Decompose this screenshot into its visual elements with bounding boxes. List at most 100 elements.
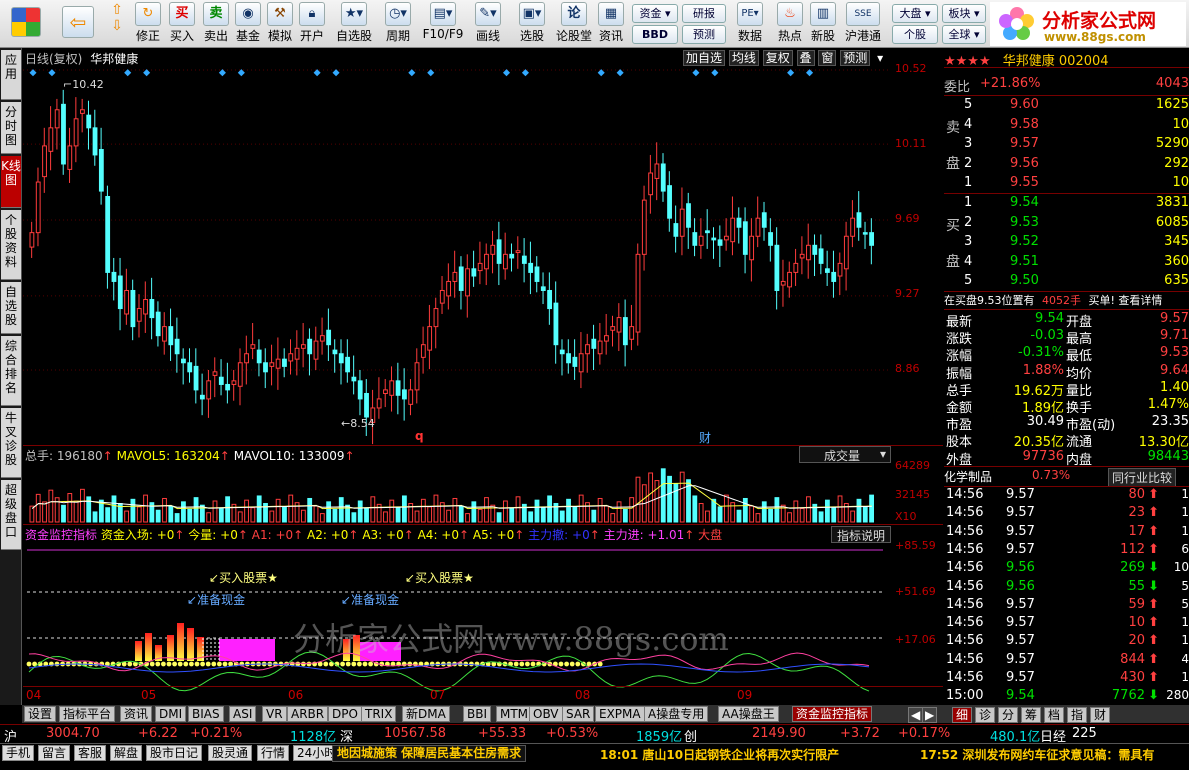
tab-next-icon[interactable]: ▶ — [922, 707, 938, 723]
individual-button[interactable]: 个股 — [892, 25, 938, 44]
news-ticker-2[interactable]: 18:01 唐山10日起钢铁企业将再次实行限产 — [600, 746, 839, 763]
status-button[interactable]: 行情 — [257, 745, 290, 761]
big-order-alert[interactable]: 在买盘9.53位置有 4052手 买单! 查看详情 — [944, 292, 1189, 310]
month-label: 06 — [288, 688, 304, 702]
indicator-tab[interactable]: AA操盘王 — [718, 706, 779, 722]
tab-prev-icon[interactable]: ◀ — [908, 707, 924, 723]
indicator-tab[interactable]: SAR — [562, 706, 595, 722]
indicator-tab[interactable]: ASI — [229, 706, 257, 722]
indicator-tab[interactable]: 新DMA — [402, 706, 450, 722]
indicator-tab[interactable]: 资讯 — [120, 706, 153, 722]
page-up-down[interactable]: ⇧ ⇩ — [104, 2, 130, 46]
market-dropdown[interactable]: 大盘 ▾ — [892, 4, 938, 23]
indicator-tab[interactable]: BIAS — [188, 706, 224, 722]
open-account-button[interactable]: 🔒︎ 开户 — [298, 2, 326, 46]
tab-diagnosis[interactable]: 牛叉诊股 — [1, 408, 21, 478]
finance-marker[interactable]: 财 — [699, 429, 711, 446]
indicator-tab[interactable]: TRIX — [361, 706, 397, 722]
tab-intraday[interactable]: 分时图 — [1, 102, 21, 154]
quote-tab[interactable]: 分 — [998, 707, 1019, 723]
watchlist-button[interactable]: ★▾ 自选股 — [334, 2, 374, 46]
orderbook-buy-row[interactable]: 1 9.54 3831 — [964, 195, 1189, 213]
status-button[interactable]: 股市日记 — [146, 745, 203, 761]
simulate-button[interactable]: ⚒ 模拟 — [266, 2, 294, 46]
status-button[interactable]: 手机 — [2, 745, 35, 761]
volume-chart[interactable] — [23, 461, 889, 523]
quote-tab[interactable]: 档 — [1044, 707, 1065, 723]
volume-bar — [351, 512, 357, 523]
indicator-tab[interactable]: EXPMA — [595, 706, 645, 722]
orderbook-buy-row[interactable]: 5 9.50 635 — [964, 273, 1189, 291]
indicator-tab[interactable]: OBV — [529, 706, 563, 722]
orderbook-buy-row[interactable]: 3 9.52 345 — [964, 234, 1189, 252]
industry-compare-button[interactable]: 同行业比较 — [1108, 468, 1177, 487]
quote-tab[interactable]: 细 — [952, 707, 973, 723]
forecast-button[interactable]: 预测 — [682, 25, 726, 44]
orderbook-buy-row[interactable]: 2 9.53 6085 — [964, 215, 1189, 233]
industry-name[interactable]: 化学制品 — [944, 470, 992, 484]
tab-watchlist[interactable]: 自选股 — [1, 282, 21, 334]
sector-dropdown[interactable]: 板块 ▾ — [942, 4, 986, 23]
indicator-tab[interactable]: BBI — [463, 706, 492, 722]
orderbook-buy-row[interactable]: 4 9.51 360 — [964, 254, 1189, 272]
orderbook-sell-row[interactable]: 1 9.55 10 — [964, 175, 1189, 193]
new-stock-button[interactable]: ▥ 新股 — [808, 2, 838, 46]
status-button[interactable]: 解盘 — [110, 745, 143, 761]
tab-apps[interactable]: 应用 — [1, 50, 21, 100]
tick-extra: 1 — [1181, 487, 1189, 501]
tab-stock-profile[interactable]: 个股资料 — [1, 210, 21, 280]
status-button[interactable]: 股灵通 — [208, 745, 253, 761]
quote-tab[interactable]: 财 — [1090, 707, 1111, 723]
start-button[interactable] — [4, 2, 48, 46]
funds-dropdown[interactable]: 资金 ▾ — [632, 4, 678, 23]
period-button[interactable]: ◷▾ 周期 — [378, 2, 418, 46]
candlestick-chart[interactable] — [23, 58, 889, 458]
research-button[interactable]: 研报 — [682, 4, 726, 23]
indicator-tab[interactable]: A操盘专用 — [644, 706, 709, 722]
news-ticker-1[interactable]: 地因城施策 保障居民基本住房需求 — [332, 745, 527, 762]
event-marker-q[interactable]: q — [415, 429, 424, 443]
tab-super-orderbook[interactable]: 超级盘口 — [1, 480, 21, 550]
buy-button[interactable]: 买买入 — [168, 2, 196, 46]
data-button[interactable]: PE▾ 数据 — [732, 2, 768, 46]
bbd-button[interactable]: BBD — [632, 25, 678, 44]
sell-button[interactable]: 卖卖出 — [202, 2, 230, 46]
info-button[interactable]: ▦ 资讯 — [596, 2, 626, 46]
tab-ranking[interactable]: 综合排名 — [1, 336, 21, 406]
tab-kline[interactable]: K线图 — [1, 156, 21, 208]
indicator-tab[interactable]: VR — [262, 706, 287, 722]
candle-body — [420, 344, 426, 358]
status-button[interactable]: 留言 — [38, 745, 71, 761]
status-button[interactable]: 客服 — [74, 745, 107, 761]
indicator-tab[interactable]: MTM — [496, 706, 533, 722]
indicator-tab[interactable]: 设置 — [24, 706, 57, 722]
orderbook-sell-row[interactable]: 2 9.56 292 — [964, 156, 1189, 174]
stock-pick-button[interactable]: ▣▾ 选股 — [512, 2, 552, 46]
fix-button[interactable]: ↻ 修正 — [134, 2, 162, 46]
level-volume: 10 — [1172, 116, 1189, 132]
indicator-tab[interactable]: ARBR — [287, 706, 329, 722]
orderbook-sell-row[interactable]: 4 9.58 10 — [964, 117, 1189, 135]
quote-tab[interactable]: 筹 — [1021, 707, 1042, 723]
f10-button[interactable]: ▤▾ F10/F9 — [420, 2, 466, 46]
indicator-tab[interactable]: 指标平台 — [59, 706, 116, 722]
chart-area[interactable]: 日线(复权) 华邦健康 加自选 均线 复权 叠 窗 预测 ▾ 10.52 10.… — [23, 48, 943, 705]
news-ticker-3[interactable]: 17:52 深圳发布网约车征求意见稿：需具有 — [920, 746, 1154, 763]
draw-button[interactable]: ✎▾ 画线 — [468, 2, 508, 46]
global-dropdown[interactable]: 全球 ▾ — [942, 25, 986, 44]
indicator-help-button[interactable]: 指标说明 — [831, 526, 891, 543]
quote-tab[interactable]: 诊 — [975, 707, 996, 723]
indicator-tab[interactable]: DMI — [155, 706, 187, 722]
orderbook-sell-row[interactable]: 5 9.60 1625 — [964, 97, 1189, 115]
forum-button[interactable]: 论论股堂 — [556, 2, 592, 46]
hot-button[interactable]: ♨ 热点 — [772, 2, 808, 46]
divider-2 — [23, 524, 943, 525]
quote-tab[interactable]: 指 — [1067, 707, 1088, 723]
hk-connect-button[interactable]: SSE 沪港通 — [842, 2, 884, 46]
indicator-tab[interactable]: 资金监控指标 — [792, 706, 873, 722]
orderbook-sell-row[interactable]: 3 9.57 5290 — [964, 136, 1189, 154]
indicator-tab[interactable]: DPO — [328, 706, 362, 722]
candle-body — [616, 317, 622, 333]
back-button[interactable]: ⇦ — [58, 2, 98, 46]
fund-button[interactable]: ◉ 基金 — [234, 2, 262, 46]
